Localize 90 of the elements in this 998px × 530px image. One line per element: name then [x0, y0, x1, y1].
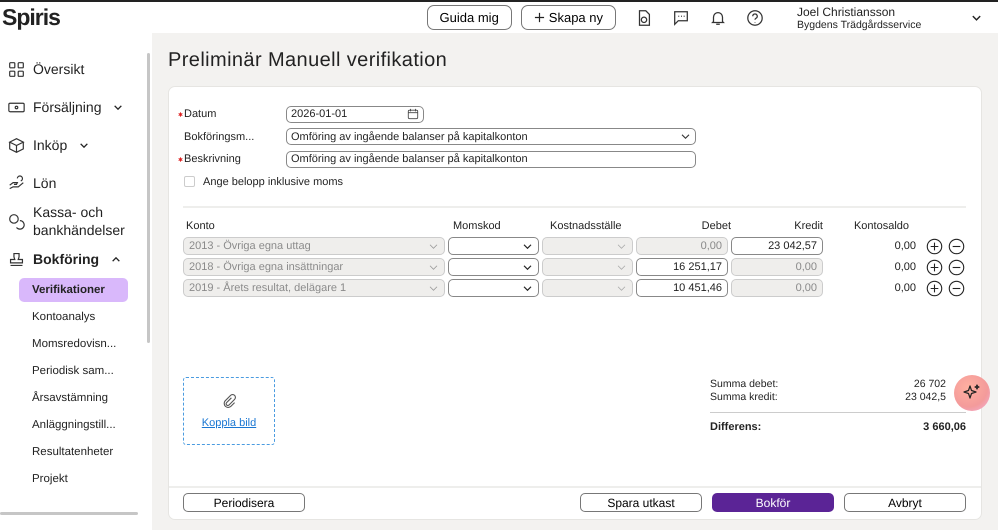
paperclip-icon — [221, 392, 237, 408]
remove-row-icon[interactable] — [948, 258, 965, 276]
footer-button[interactable]: Spara utkast — [580, 493, 702, 512]
difference-label: Differens: — [710, 420, 762, 434]
user-name: Joel Christiansson — [797, 4, 896, 18]
nav-label: Inköp — [33, 136, 68, 154]
remove-row-icon[interactable] — [948, 280, 965, 296]
help-icon[interactable] — [746, 8, 764, 26]
text-field[interactable]: Omföring av ingående balanser på kapitalkonton — [286, 150, 696, 168]
date-field[interactable]: 2026-01-01 — [286, 106, 424, 123]
nav-subitem[interactable]: Projekt — [19, 467, 128, 491]
stamp-icon — [8, 250, 25, 268]
chevron-down-icon[interactable] — [971, 14, 982, 22]
column-header: Kostnadsställe — [549, 220, 623, 232]
guide-button[interactable]: Guida mig — [426, 5, 512, 30]
vat-select[interactable] — [448, 258, 539, 276]
total-value: 23 042,5 — [905, 390, 946, 404]
nav-label: Kassa- och bankhändelser — [33, 203, 123, 239]
attach-link[interactable]: Koppla bild — [202, 416, 256, 428]
nav-label: Lön — [33, 174, 56, 192]
chevron-down-icon — [680, 133, 691, 140]
total-label: Summa kredit: — [710, 390, 778, 404]
footer-button[interactable]: Bokför — [712, 493, 834, 512]
create-button[interactable]: Skapa ny — [520, 5, 616, 30]
nav-item[interactable]: Bokföring — [0, 240, 152, 278]
total-label: Summa debet: — [710, 378, 778, 390]
nav-subitem[interactable]: Anläggningstill... — [19, 413, 128, 437]
company-name: Bygdens Trädgårdsservice — [797, 18, 922, 30]
field-label: Datum — [184, 108, 218, 120]
column-header: Kredit — [793, 220, 824, 232]
nav-subitem[interactable]: Årsavstämning — [19, 386, 128, 410]
balance-value: 0,00 — [894, 261, 916, 273]
scrollbar[interactable] — [147, 53, 150, 343]
checkbox-label: Ange belopp inklusive moms — [203, 176, 344, 188]
nav-item[interactable]: Lön — [0, 164, 152, 202]
chevron-down-icon — [616, 284, 627, 292]
nav-subitem[interactable]: Periodisk sam... — [19, 359, 128, 383]
add-row-icon[interactable] — [926, 280, 943, 296]
balance-value: 0,00 — [894, 240, 916, 252]
column-header: Kontosaldo — [852, 220, 909, 232]
footer-button[interactable]: Periodisera — [183, 493, 305, 512]
nav-item[interactable]: Kassa- och bankhändelser — [0, 202, 152, 240]
balance-value: 0,00 — [894, 282, 916, 294]
grid-icon — [8, 60, 25, 78]
nav-label: Försäljning — [33, 98, 102, 116]
nav-item[interactable]: Försäljning — [0, 88, 152, 126]
plus-icon — [534, 12, 545, 23]
coins-icon — [8, 212, 25, 230]
checkbox[interactable] — [184, 176, 195, 187]
column-header: Konto — [185, 220, 216, 232]
footer-button[interactable]: Avbryt — [844, 493, 966, 512]
nav-label: Bokföring — [33, 250, 100, 268]
vat-select[interactable] — [448, 237, 539, 255]
chat-icon[interactable] — [672, 8, 690, 26]
field-label: Bokföringsm... — [184, 130, 256, 143]
nav-subitem[interactable]: Momsredovisn... — [19, 332, 128, 356]
difference-value: 3 660,06 — [923, 420, 966, 434]
hand-icon — [8, 174, 25, 192]
field-label: Beskrivning — [184, 153, 242, 166]
chevron-down-icon — [616, 264, 627, 270]
nav-item[interactable]: Inköp — [0, 126, 152, 164]
chevron-down-icon — [522, 284, 533, 292]
chevron-down-icon — [428, 264, 439, 270]
nav-subitem[interactable]: Resultatenheter — [19, 440, 128, 464]
page-title: Preliminär Manuell verifikation — [168, 49, 448, 72]
attachment-dropzone[interactable]: Koppla bild — [183, 376, 275, 444]
total-value: 26 702 — [914, 378, 946, 390]
calendar-icon[interactable] — [407, 108, 419, 120]
debit-field[interactable]: 10 451,46 — [636, 279, 728, 297]
credit-field[interactable]: 23 042,57 — [731, 237, 823, 255]
add-row-icon[interactable] — [926, 238, 943, 254]
nav-subitem[interactable]: Kontoanalys — [19, 305, 128, 329]
chevron-down-icon — [522, 242, 533, 250]
logo[interactable]: Spiris — [2, 4, 60, 31]
column-header: Momskod — [452, 220, 502, 232]
column-header: Debet — [700, 220, 732, 232]
nav-label: Översikt — [33, 60, 84, 78]
nav-item[interactable]: Översikt — [0, 50, 152, 88]
chevron-down-icon — [616, 242, 627, 250]
box-icon — [8, 136, 25, 154]
select-field[interactable]: Omföring av ingående balanser på kapitalkonton — [286, 128, 696, 146]
chevron-down-icon — [428, 284, 439, 292]
vat-select[interactable] — [448, 279, 539, 297]
chevron-down-icon — [428, 242, 439, 250]
chevron-down-icon — [522, 264, 533, 270]
add-row-icon[interactable] — [926, 258, 943, 276]
nav-subitem[interactable]: Verifikationer — [19, 278, 128, 302]
debit-field[interactable]: 16 251,17 — [636, 258, 728, 276]
scrollbar[interactable] — [0, 512, 138, 515]
remove-row-icon[interactable] — [948, 238, 965, 254]
